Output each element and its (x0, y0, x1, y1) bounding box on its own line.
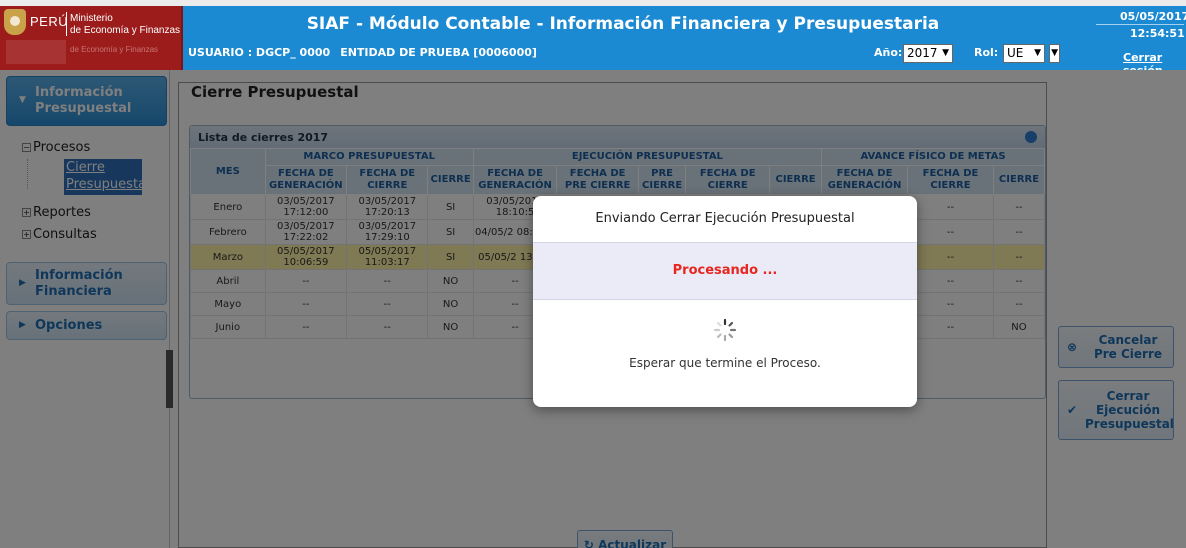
user-info: USUARIO : DGCP_ 0000 ENTIDAD DE PRUEBA [0… (188, 46, 537, 59)
year-label: Año: (874, 46, 903, 59)
dropdown-arrow-icon: ▼ (942, 48, 949, 58)
loading-spinner-icon (713, 318, 737, 342)
processing-dialog: Enviando Cerrar Ejecución Presupuestal P… (533, 196, 917, 407)
current-time: 12:54:51 (1130, 27, 1185, 40)
logo-line3: de Economía y Finanzas (70, 45, 159, 54)
logo-line2: de Economía y Finanzas (70, 25, 181, 36)
secondary-select[interactable]: ▼ (1049, 44, 1060, 63)
mef-logo: PERÚ Ministerio de Economía y Finanzas d… (0, 6, 183, 70)
role-select[interactable]: UE ▼ (1003, 44, 1045, 63)
logo-line1: Ministerio (70, 13, 113, 24)
logo-country: PERÚ (30, 14, 69, 29)
logo-divider (66, 12, 67, 36)
app-header: PERÚ Ministerio de Economía y Finanzas d… (0, 0, 1186, 77)
year-value: 2017 (907, 46, 938, 60)
date-divider (1096, 24, 1184, 25)
dialog-status: Procesando ... (533, 242, 917, 300)
year-select[interactable]: 2017 ▼ (903, 44, 953, 63)
app-window: Cierre Presupuestal Lista de cierres 201… (0, 0, 1186, 548)
current-date: 05/05/2017 (1120, 10, 1186, 23)
entity-label: ENTIDAD DE PRUEBA [0006000] (340, 46, 537, 59)
dropdown-arrow-icon: ▼ (1051, 48, 1058, 58)
logo-faded-emblem (6, 40, 66, 64)
dialog-message: Esperar que termine el Proceso. (629, 356, 821, 370)
shield-icon (4, 9, 26, 35)
role-label: Rol: (974, 46, 999, 59)
role-value: UE (1007, 46, 1024, 60)
dialog-title: Enviando Cerrar Ejecución Presupuestal (595, 211, 855, 226)
app-title: SIAF - Módulo Contable - Información Fin… (306, 14, 940, 34)
dropdown-arrow-icon: ▼ (1034, 48, 1041, 58)
user-label: USUARIO : DGCP_ 0000 (188, 46, 331, 59)
